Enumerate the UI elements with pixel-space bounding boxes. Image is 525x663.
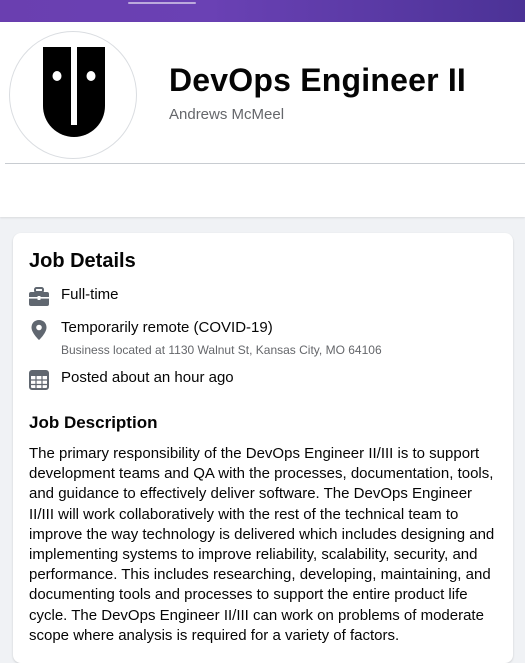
cover-banner — [0, 0, 525, 22]
employment-type: Full-time — [61, 286, 119, 303]
job-details-card: Job Details Full-time Temporarily remote… — [13, 233, 513, 663]
job-details-heading: Job Details — [29, 250, 136, 272]
briefcase-icon — [29, 287, 49, 306]
banner-tab-indicator — [128, 2, 196, 4]
header-divider — [5, 163, 525, 164]
job-description-body: The primary responsibility of the DevOps… — [29, 445, 495, 644]
company-name-link[interactable]: Andrews McMeel — [169, 106, 284, 123]
location-text: Temporarily remote (COVID-19) — [61, 319, 273, 336]
job-description-heading: Job Description — [29, 413, 158, 432]
company-logo-icon — [43, 47, 105, 137]
company-logo[interactable] — [9, 31, 137, 159]
posted-time: Posted about an hour ago — [61, 369, 234, 386]
location-pin-icon — [31, 320, 47, 340]
calendar-icon — [29, 370, 49, 390]
job-header: DevOps Engineer II Andrews McMeel — [0, 22, 525, 217]
job-title: DevOps Engineer II — [169, 62, 467, 98]
business-address: Business located at 1130 Walnut St, Kans… — [61, 343, 382, 357]
